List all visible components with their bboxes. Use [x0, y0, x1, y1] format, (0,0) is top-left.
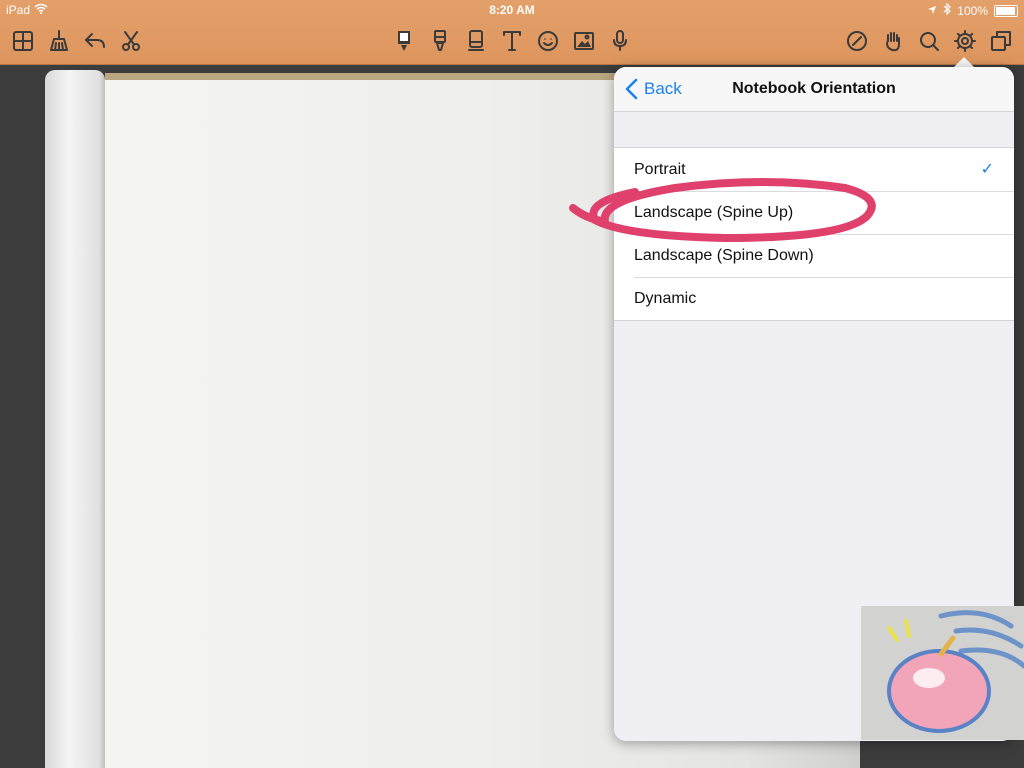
option-label: Dynamic	[634, 290, 697, 307]
notebook-spine	[45, 70, 105, 768]
battery-percent: 100%	[957, 3, 988, 18]
microphone-icon[interactable]	[606, 26, 634, 56]
popover-nav-bar: Back Notebook Orientation	[614, 67, 1014, 112]
bluetooth-icon	[943, 2, 952, 18]
apple-icon	[887, 610, 1024, 733]
option-label: Portrait	[634, 161, 686, 178]
hand-icon[interactable]	[879, 26, 907, 56]
status-bar: iPad 8:20 AM 100%	[0, 0, 1024, 20]
pen-icon[interactable]	[390, 26, 418, 56]
checkmark-icon: ✓	[980, 161, 994, 178]
copy-pages-icon[interactable]	[987, 26, 1015, 56]
popover-title: Notebook Orientation	[732, 80, 896, 97]
text-icon[interactable]	[498, 26, 526, 56]
battery-icon	[994, 4, 1018, 17]
status-time: 8:20 AM	[489, 3, 535, 17]
option-dynamic[interactable]: Dynamic	[614, 277, 1014, 320]
toolbar	[0, 26, 1024, 58]
option-label: Landscape (Spine Up)	[634, 204, 794, 221]
top-bar: iPad 8:20 AM 100%	[0, 0, 1024, 65]
gear-icon[interactable]	[951, 26, 979, 56]
eraser-icon[interactable]	[462, 26, 490, 56]
apple-sticker	[861, 606, 1024, 740]
pencil-circle-icon[interactable]	[843, 26, 871, 56]
broom-icon[interactable]	[45, 26, 73, 56]
option-label: Landscape (Spine Down)	[634, 247, 814, 264]
scissors-icon[interactable]	[117, 26, 145, 56]
undo-icon[interactable]	[81, 26, 109, 56]
emoji-icon[interactable]	[534, 26, 562, 56]
orientation-options-list: Portrait ✓ Landscape (Spine Up) Landscap…	[614, 147, 1014, 321]
option-landscape-spine-down[interactable]: Landscape (Spine Down)	[614, 234, 1014, 277]
image-icon[interactable]	[570, 26, 598, 56]
grid-icon[interactable]	[9, 26, 37, 56]
location-icon	[927, 4, 937, 18]
highlighter-icon[interactable]	[426, 26, 454, 56]
option-landscape-spine-up[interactable]: Landscape (Spine Up)	[614, 191, 1014, 234]
option-portrait[interactable]: Portrait ✓	[614, 148, 1014, 191]
search-icon[interactable]	[915, 26, 943, 56]
